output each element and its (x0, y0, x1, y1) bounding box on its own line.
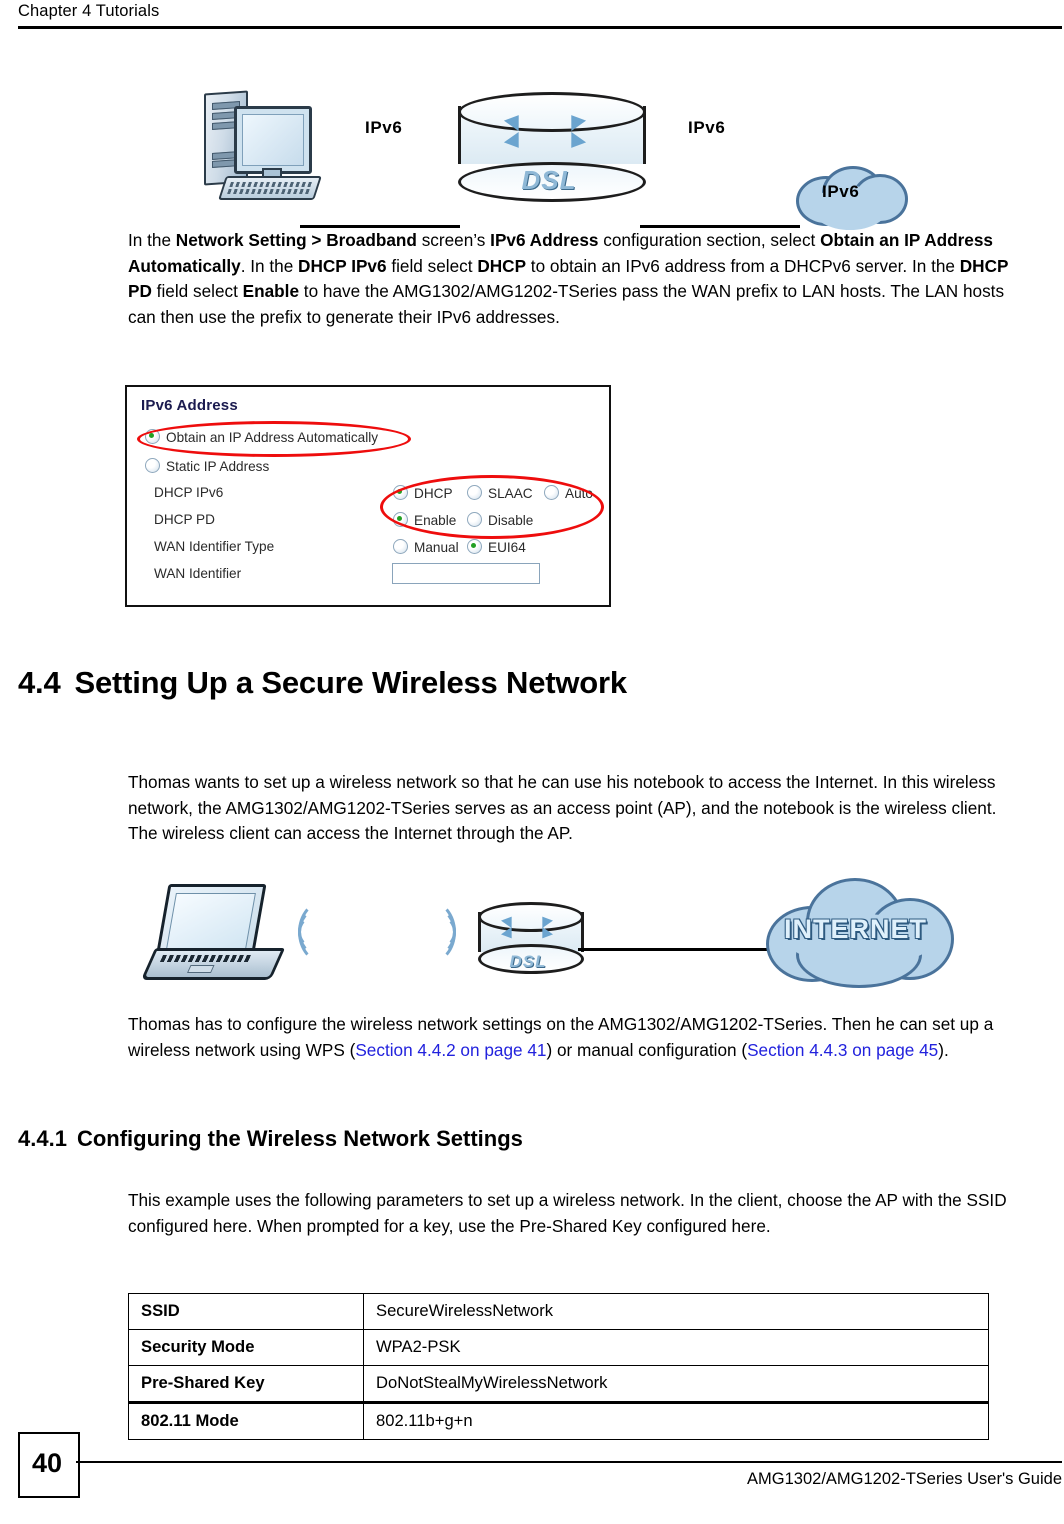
chapter-title: Chapter 4 Tutorials (18, 2, 160, 20)
xref-section-4-4-3[interactable]: Section 4.4.3 on page 45 (747, 1040, 938, 1060)
radio-label: EUI64 (488, 540, 526, 555)
section-title: Configuring the Wireless Network Setting… (76, 1126, 523, 1151)
section-4-4-paragraph-1: Thomas wants to set up a wireless networ… (128, 772, 997, 844)
table-row: SSID SecureWirelessNetwork (128, 1293, 989, 1330)
page-number: 40 (31, 1448, 63, 1478)
header-divider (18, 26, 1062, 29)
desktop-pc-icon (204, 88, 324, 203)
wireless-topology-diagram: DSL INTERNET (0, 866, 1064, 996)
radio-wan-id-type-manual[interactable]: Manual (393, 539, 459, 555)
guide-title: AMG1302/AMG1202-TSeries User's Guide (747, 1470, 1062, 1488)
text-run: configuration section, select (598, 230, 821, 250)
section-title: Setting Up a Secure Wireless Network (74, 665, 628, 700)
router-label: DSL (509, 952, 547, 971)
laptop-icon (140, 884, 286, 980)
table-cell-key: Security Mode (128, 1329, 364, 1366)
dsl-router-icon: DSL (458, 92, 646, 202)
text-run: screen’s (416, 230, 491, 250)
text-run: ). (938, 1039, 949, 1060)
table-row: 802.11 Mode 802.11b+g+n (128, 1401, 989, 1440)
highlight-ellipse-obtain-auto (137, 421, 411, 457)
ipv6-link-label-left: IPv6 (365, 118, 403, 137)
link-router-to-internet (578, 948, 778, 951)
xref-section-4-4-2[interactable]: Section 4.4.2 on page 41 (355, 1040, 546, 1060)
table-cell-key: 802.11 Mode (128, 1401, 364, 1440)
text-run: field select (386, 255, 478, 276)
laptop-screen (155, 884, 267, 958)
wan-identifier-input[interactable] (392, 563, 540, 584)
section-heading-4-4-1: 4.4.1 Configuring the Wireless Network Se… (18, 1126, 523, 1152)
radio-label: Manual (414, 540, 459, 555)
ipv6-instruction-paragraph: In the Network Setting > Broadband scree… (128, 228, 1028, 330)
field-label-wan-identifier: WAN Identifier (154, 566, 242, 581)
section-4-4-1-paragraph: This example uses the following paramete… (128, 1190, 1007, 1236)
pc-monitor (234, 106, 312, 174)
section-number: 4.4.1 (18, 1126, 67, 1151)
wireless-signal-icon-left (298, 894, 358, 964)
laptop-keyboard (140, 948, 286, 980)
ipv6-address-config-panel: IPv6 Address Obtain an IP Address Automa… (125, 385, 611, 607)
internet-cloud-label: INTERNET (784, 914, 927, 944)
table-row: Pre-Shared Key DoNotStealMyWirelessNetwo… (128, 1365, 989, 1403)
wireless-parameters-table: SSID SecureWirelessNetwork Security Mode… (128, 1293, 989, 1440)
radio-button-icon[interactable] (393, 539, 408, 554)
table-cell-key: Pre-Shared Key (128, 1365, 364, 1403)
footer-divider (76, 1461, 1062, 1463)
section-heading-4-4: 4.4 Setting Up a Secure Wireless Network (18, 665, 627, 701)
text-bold: Network Setting > Broadband (175, 230, 417, 250)
section-number: 4.4 (18, 665, 61, 700)
table-cell-value: DoNotStealMyWirelessNetwork (363, 1365, 989, 1403)
router-arrows-icon (458, 100, 640, 153)
field-label-dhcp-ipv6: DHCP IPv6 (154, 485, 224, 500)
text-run: In the (128, 230, 176, 250)
text-run: to obtain an IPv6 address from a DHCPv6 … (526, 255, 960, 276)
radio-button-icon[interactable] (467, 539, 482, 554)
ipv6-topology-diagram: IPv6 DSL IPv6 IPv6 (0, 70, 1064, 230)
ipv6-link-label-right: IPv6 (688, 118, 726, 137)
text-run: ) or manual configuration ( (546, 1039, 748, 1060)
dsl-router-icon: DSL (478, 902, 584, 974)
field-label-dhcp-pd: DHCP PD (154, 512, 215, 527)
text-bold: DHCP IPv6 (298, 255, 387, 276)
radio-wan-id-type-eui64[interactable]: EUI64 (467, 539, 526, 555)
radio-label: Static IP Address (166, 459, 270, 474)
router-label: DSL (521, 165, 577, 195)
wireless-signal-icon-right (392, 894, 456, 964)
table-row: Security Mode WPA2-PSK (128, 1329, 989, 1366)
table-cell-key: SSID (128, 1293, 364, 1330)
radio-static-ip-address[interactable]: Static IP Address (145, 458, 269, 474)
ipv6-cloud-icon: IPv6 (790, 166, 908, 230)
table-cell-value: SecureWirelessNetwork (363, 1293, 989, 1330)
ipv6-cloud-label: IPv6 (822, 182, 860, 201)
section-4-4-paragraph-2: Thomas has to configure the wireless net… (128, 1012, 1028, 1063)
pc-keyboard (218, 176, 322, 200)
table-cell-value: WPA2-PSK (363, 1329, 989, 1366)
field-label-wan-identifier-type: WAN Identifier Type (154, 539, 275, 554)
panel-title: IPv6 Address (141, 397, 238, 414)
table-cell-value: 802.11b+g+n (363, 1401, 989, 1440)
text-bold: DHCP (477, 255, 527, 276)
radio-button-icon[interactable] (145, 458, 160, 473)
text-bold: IPv6 Address (490, 230, 599, 250)
highlight-ellipse-dhcp-settings (380, 475, 604, 539)
internet-cloud-icon: INTERNET (762, 876, 954, 988)
text-run: . In the (240, 255, 299, 276)
text-bold: Enable (242, 281, 300, 302)
router-arrows-icon (478, 906, 578, 943)
text-run: field select (151, 281, 243, 302)
